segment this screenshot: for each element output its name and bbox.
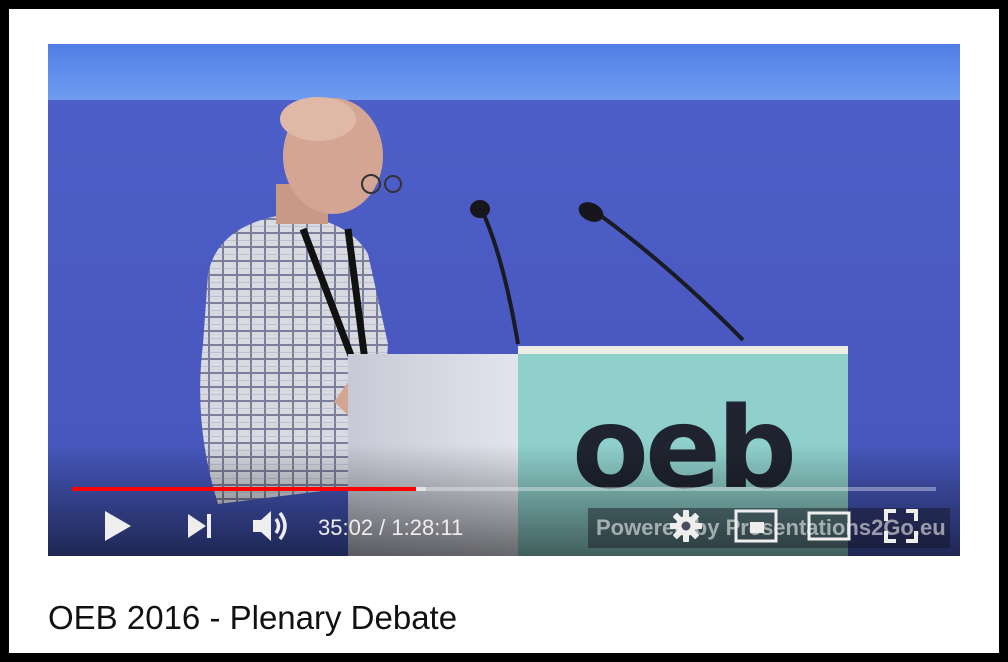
volume-icon xyxy=(253,511,287,541)
video-frame: oeb Powered by Presentations2Go.eu xyxy=(48,44,960,556)
theater-mode-button[interactable] xyxy=(802,504,856,548)
time-separator: / xyxy=(373,515,392,540)
progress-played xyxy=(72,487,416,491)
play-button[interactable] xyxy=(94,504,142,548)
next-icon xyxy=(188,514,211,538)
current-time: 35:02 xyxy=(318,515,374,540)
next-button[interactable] xyxy=(178,504,222,548)
miniplayer-button[interactable] xyxy=(732,504,780,548)
duration: 1:28:11 xyxy=(391,515,464,540)
time-display: 35:02 / 1:28:11 xyxy=(318,516,463,540)
video-title: OEB 2016 - Plenary Debate xyxy=(48,599,458,636)
fullscreen-button[interactable] xyxy=(880,504,922,548)
play-icon xyxy=(105,511,131,541)
theater-mode-icon xyxy=(807,511,851,541)
video-player[interactable]: oeb Powered by Presentations2Go.eu xyxy=(48,44,960,556)
page-frame: oeb Powered by Presentations2Go.eu xyxy=(9,9,999,653)
miniplayer-icon xyxy=(734,509,778,543)
progress-bar[interactable] xyxy=(72,487,936,491)
fullscreen-icon xyxy=(884,509,918,543)
gear-icon xyxy=(670,510,702,542)
mute-button[interactable] xyxy=(246,504,296,548)
settings-button[interactable] xyxy=(666,504,706,548)
